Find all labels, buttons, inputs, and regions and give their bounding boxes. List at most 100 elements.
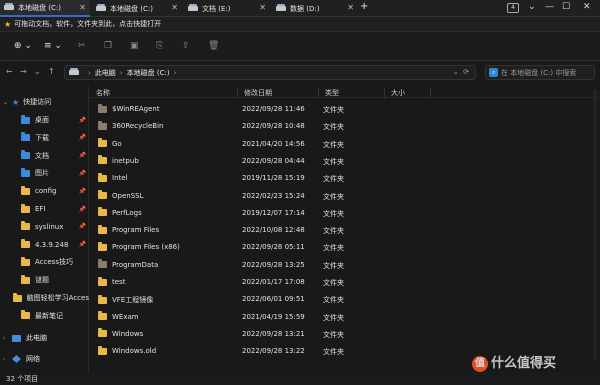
sidebar-item[interactable]: 4.3.9.248 📌	[0, 237, 89, 253]
item-count: 32 个项目	[6, 374, 39, 383]
file-type: 文件夹	[323, 123, 344, 132]
file-explorer-window: 本地磁盘 (C:) ✕ 本地磁盘 (C:) ✕ 文档 (E:) ✕ 数据 (D:…	[0, 0, 600, 385]
sidebar-item[interactable]: syslinux 📌	[0, 219, 89, 235]
pin-icon[interactable]: 📌	[79, 241, 86, 248]
file-row[interactable]: $WinREAgent 2022/09/28 11:46 文件夹	[90, 101, 600, 118]
sidebar-item[interactable]: 谜题	[0, 272, 89, 288]
chevron-right-icon[interactable]: ›	[3, 356, 12, 363]
sidebar-this-pc[interactable]: › 此电脑	[0, 330, 89, 346]
column-size-header[interactable]: 大小	[385, 88, 431, 98]
file-row[interactable]: PerfLogs 2019/12/07 17:14 文件夹	[90, 205, 600, 222]
close-window-icon[interactable]: ✕	[583, 2, 591, 12]
forward-arrow-icon[interactable]: →	[20, 67, 27, 76]
file-row[interactable]: inetpub 2022/09/28 04:44 文件夹	[90, 153, 600, 170]
history-chevron-icon[interactable]: ⌄	[34, 67, 41, 76]
sidebar-network[interactable]: › 网络	[0, 351, 89, 367]
close-tab-icon[interactable]: ✕	[171, 3, 178, 12]
breadcrumb-separator-icon: ›	[119, 68, 123, 77]
share-icon[interactable]: ⇪	[182, 41, 190, 51]
copy-icon[interactable]: ❐	[104, 41, 112, 51]
file-type: 文件夹	[323, 296, 344, 305]
pin-icon[interactable]: 📌	[79, 117, 86, 124]
file-row[interactable]: test 2022/01/17 17:08 文件夹	[90, 274, 600, 291]
sidebar-item[interactable]: 最新笔记	[0, 308, 89, 324]
column-type-header[interactable]: 类型	[319, 88, 385, 98]
up-arrow-icon[interactable]: ↑	[48, 67, 55, 76]
close-tab-icon[interactable]: ✕	[259, 3, 266, 12]
file-row[interactable]: VFE工程镜像 2022/06/01 09:51 文件夹	[90, 291, 600, 308]
sidebar-item[interactable]: EFI 📌	[0, 201, 89, 217]
folder-icon	[98, 190, 107, 199]
sidebar-quick-access[interactable]: ⌄ ★ 快捷访问	[0, 94, 89, 110]
search-box[interactable]: ⌕ 在 本地磁盘 (C:) 中搜索	[485, 65, 595, 80]
address-bar[interactable]: › 此电脑 › 本地磁盘 (C:) › ⌄ ⟳	[64, 65, 476, 80]
pin-icon[interactable]: 📌	[79, 170, 86, 177]
paste-icon[interactable]: ▣	[130, 41, 139, 51]
cut-icon[interactable]: ✂	[78, 41, 86, 51]
file-row[interactable]: OpenSSL 2022/02/23 15:24 文件夹	[90, 188, 600, 205]
rename-icon[interactable]: ⎘	[156, 41, 163, 51]
file-row[interactable]: ProgramData 2022/09/28 13:25 文件夹	[90, 257, 600, 274]
breadcrumb-current[interactable]: 本地磁盘 (C:)	[127, 68, 170, 78]
tab-drive-c-2[interactable]: 本地磁盘 (C:) ✕	[92, 0, 182, 17]
file-row[interactable]: Program Files (x86) 2022/09/28 05:11 文件夹	[90, 239, 600, 256]
pin-icon[interactable]: 📌	[79, 134, 86, 141]
pin-icon[interactable]: 📌	[79, 152, 86, 159]
folder-icon	[98, 345, 107, 355]
maximize-icon[interactable]: ☐	[562, 2, 570, 12]
tab-drive-c-1[interactable]: 本地磁盘 (C:) ✕	[0, 0, 90, 17]
new-item-icon[interactable]: ⊕ ⌄	[14, 41, 32, 51]
close-tab-icon[interactable]: ✕	[79, 3, 86, 12]
file-type: 文件夹	[323, 157, 344, 166]
new-tab-plus-icon[interactable]: +	[360, 1, 368, 12]
breadcrumb-this-pc[interactable]: 此电脑	[95, 68, 116, 78]
file-row[interactable]: WExam 2021/04/19 15:59 文件夹	[90, 309, 600, 326]
expand-icon[interactable]: ⌄	[528, 2, 536, 12]
file-type: 文件夹	[323, 313, 344, 322]
folder-icon	[98, 120, 107, 130]
sidebar-item[interactable]: 文档 📌	[0, 148, 89, 164]
quick-launch-tip-bar[interactable]: ★ 可拖动文档，软件，文件夹到此，点击快捷打开	[0, 17, 600, 32]
folder-icon	[21, 185, 30, 195]
folder-icon	[98, 294, 107, 304]
folder-icon	[21, 274, 30, 284]
sidebar-item[interactable]: config 📌	[0, 183, 89, 199]
minimize-icon[interactable]: —	[545, 2, 554, 12]
network-icon	[12, 355, 21, 363]
pin-icon[interactable]: 📌	[79, 206, 86, 213]
tab-drive-e[interactable]: 文档 (E:) ✕	[184, 0, 270, 17]
file-row[interactable]: Program Files 2022/10/08 12:48 文件夹	[90, 222, 600, 239]
sidebar-item[interactable]: 桌面 📌	[0, 112, 89, 128]
file-date: 2022/06/01 09:51	[242, 295, 305, 304]
column-name-header[interactable]: 名称	[90, 88, 238, 98]
sidebar-item-label: 脑图轻松学习Acces	[26, 294, 89, 302]
star-icon: ★	[4, 19, 12, 29]
sidebar-item[interactable]: Access技巧	[0, 254, 89, 270]
file-name-cell: OpenSSL	[98, 190, 143, 200]
sidebar-item[interactable]: 脑图轻松学习Acces	[0, 290, 89, 306]
delete-icon[interactable]: 🗑	[208, 41, 219, 51]
file-row[interactable]: Intel 2019/11/28 15:19 文件夹	[90, 170, 600, 187]
file-row[interactable]: Windows 2022/09/28 13:21 文件夹	[90, 326, 600, 343]
sidebar-item[interactable]: 图片 📌	[0, 165, 89, 181]
file-name-cell: Windows	[98, 328, 143, 338]
address-dropdown-icon[interactable]: ⌄ ⟳	[453, 68, 469, 76]
file-type: 文件夹	[323, 261, 344, 270]
vertical-scrollbar[interactable]	[593, 90, 597, 360]
chevron-right-icon[interactable]: ›	[3, 335, 12, 342]
file-name: Program Files	[112, 226, 160, 235]
file-name-cell: VFE工程镜像	[98, 294, 153, 305]
pin-icon[interactable]: 📌	[79, 188, 86, 195]
pin-icon[interactable]: 📌	[79, 223, 86, 230]
file-row[interactable]: 360RecycleBin 2022/09/28 10:48 文件夹	[90, 118, 600, 135]
back-arrow-icon[interactable]: ←	[6, 67, 13, 76]
close-tab-icon[interactable]: ✕	[347, 3, 354, 12]
sidebar-item[interactable]: 下载 📌	[0, 130, 89, 146]
view-menu-icon[interactable]: ≡ ⌄	[44, 41, 62, 51]
tab-count-badge[interactable]: 4	[507, 3, 519, 13]
file-name: WExam	[112, 312, 139, 321]
file-row[interactable]: Go 2021/04/20 14:56 文件夹	[90, 136, 600, 153]
column-date-header[interactable]: 修改日期	[238, 88, 319, 98]
chevron-down-icon[interactable]: ⌄	[3, 99, 12, 106]
tab-drive-d[interactable]: 数据 (D:) ✕	[272, 0, 358, 17]
